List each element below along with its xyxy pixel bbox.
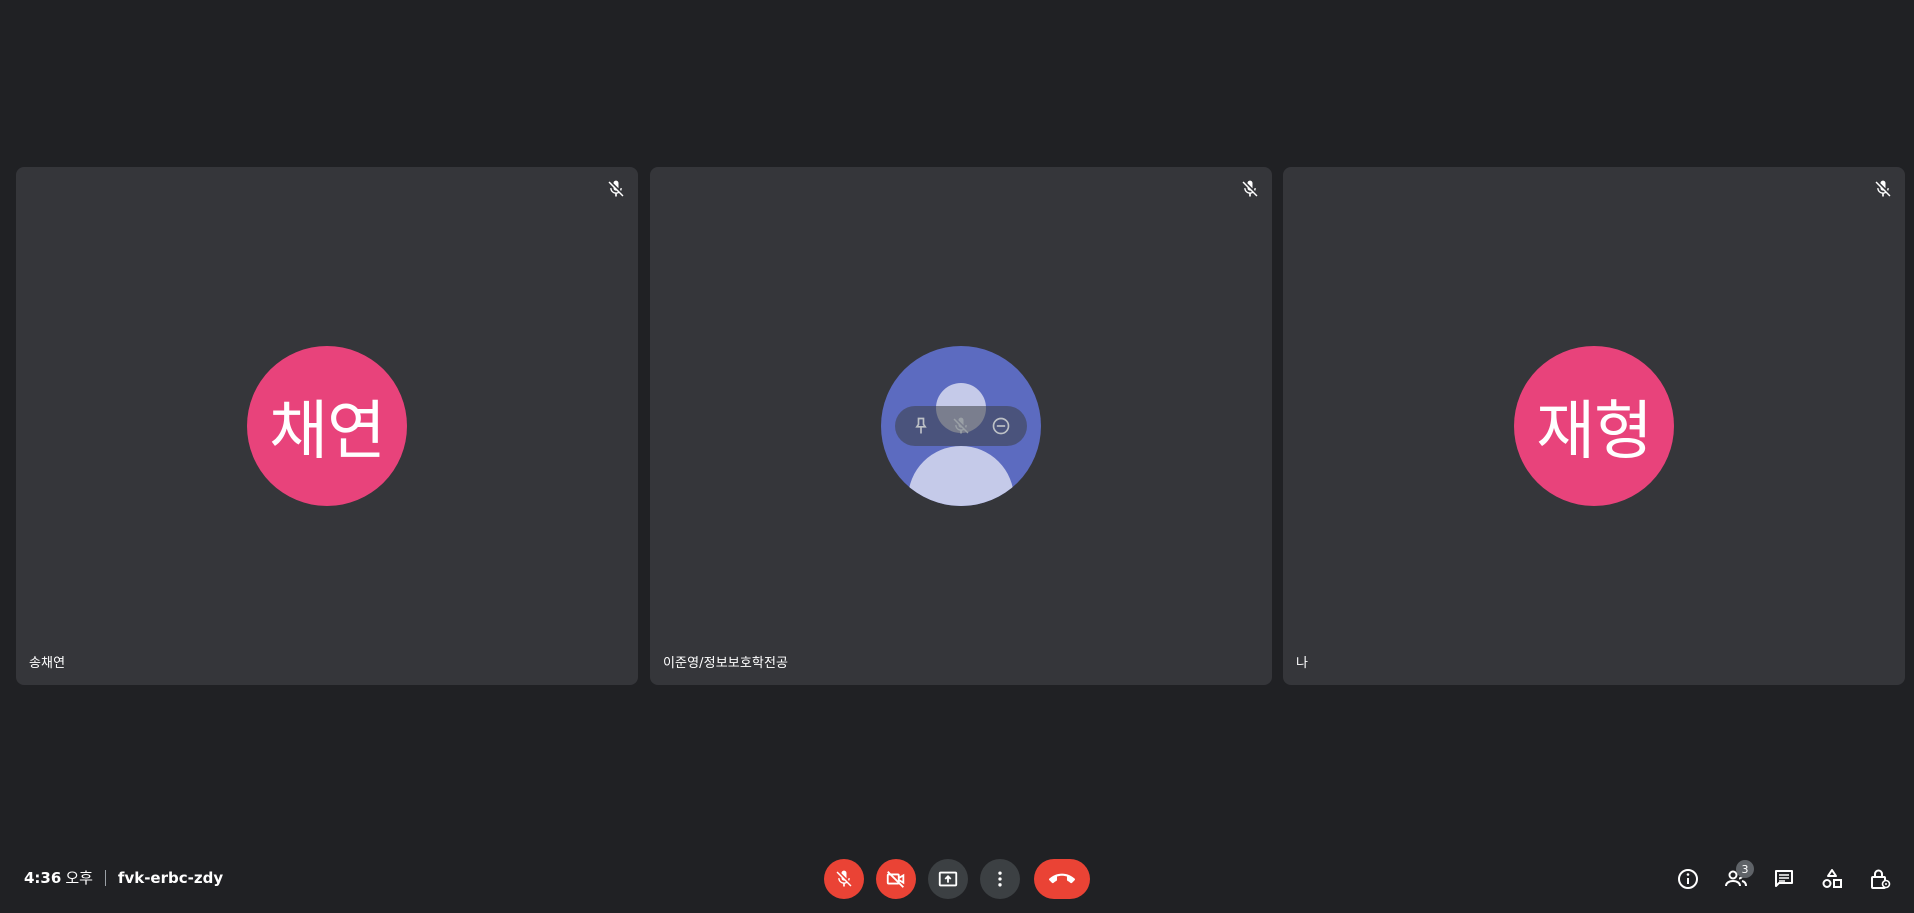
mic-off-icon: [1873, 179, 1893, 199]
tile-hover-actions: [895, 406, 1027, 446]
avatar-initials: 재형: [1536, 395, 1653, 469]
toggle-camera-button[interactable]: [876, 859, 916, 899]
participant-name: 나: [1296, 656, 1309, 671]
present-screen-button[interactable]: [928, 859, 968, 899]
avatar: 재형: [1514, 346, 1674, 506]
meeting-details-button[interactable]: [1668, 859, 1708, 899]
present-screen-icon: [937, 868, 959, 890]
mic-off-icon[interactable]: [947, 412, 975, 440]
people-button[interactable]: 3: [1716, 859, 1756, 899]
default-profile-body: [908, 446, 1014, 506]
mic-off-icon: [606, 179, 626, 199]
more-options-button[interactable]: [980, 859, 1020, 899]
camera-off-icon: [885, 868, 907, 890]
remove-icon[interactable]: [987, 412, 1015, 440]
participant-tile[interactable]: 채연 송채연: [16, 167, 638, 685]
mic-off-icon: [1240, 179, 1260, 199]
people-count-badge: 3: [1736, 860, 1754, 878]
meeting-code: fvk-erbc-zdy: [117, 868, 224, 887]
chat-button[interactable]: [1764, 859, 1804, 899]
call-controls: [824, 859, 1102, 899]
activities-button[interactable]: [1812, 859, 1852, 899]
avatar: 채연: [247, 346, 407, 506]
meeting-info: 4:36 오후 fvk-erbc-zdy: [24, 867, 223, 888]
chat-icon: [1772, 867, 1796, 891]
participant-tile[interactable]: 재형 나: [1283, 167, 1905, 685]
leave-call-icon: [1049, 866, 1075, 892]
info-icon: [1676, 867, 1700, 891]
toggle-mic-button[interactable]: [824, 859, 864, 899]
avatar-initials: 채연: [269, 395, 386, 469]
mic-off-icon: [834, 869, 854, 889]
participant-tile[interactable]: 이준영/정보보호학전공: [650, 167, 1272, 685]
host-controls-icon: [1868, 867, 1892, 891]
side-panel-controls: 3: [1660, 859, 1900, 899]
meeting-time-suffix: 오후: [65, 869, 93, 887]
meet-stage: 채연 송채연 이준영/정보보호학전공 재형 나 4:36 오후 fvk-erbc…: [0, 0, 1914, 913]
participant-name: 송채연: [29, 656, 66, 671]
pin-icon[interactable]: [907, 412, 935, 440]
more-options-icon: [990, 869, 1010, 889]
meeting-time: 4:36: [24, 868, 62, 887]
leave-call-button[interactable]: [1034, 859, 1090, 899]
activities-icon: [1820, 867, 1844, 891]
divider: [104, 869, 106, 886]
bottom-toolbar: 4:36 오후 fvk-erbc-zdy 3: [0, 849, 1914, 913]
participant-name: 이준영/정보보호학전공: [663, 656, 789, 671]
host-controls-button[interactable]: [1860, 859, 1900, 899]
